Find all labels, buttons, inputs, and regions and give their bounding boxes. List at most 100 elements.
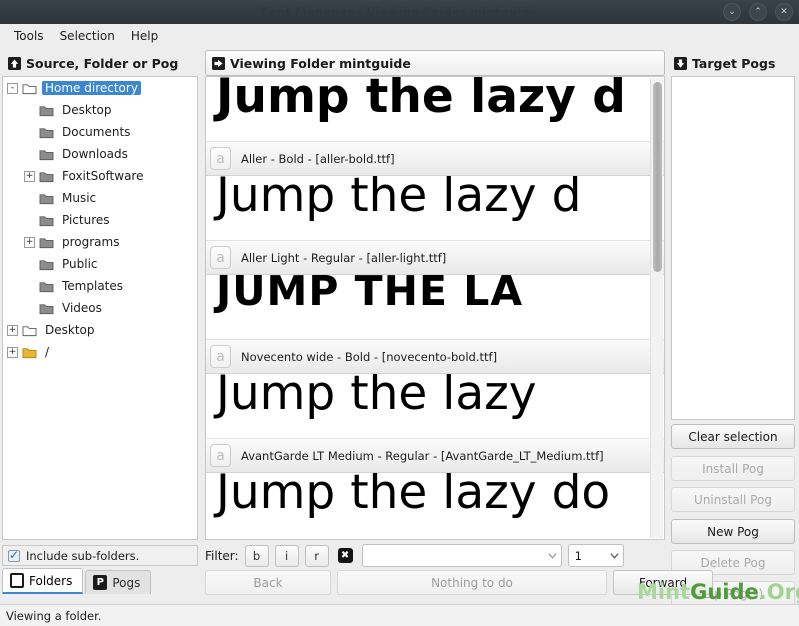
chevron-down-icon <box>547 553 557 559</box>
tab-folders[interactable]: Folders <box>2 568 84 594</box>
target-pogs-list[interactable] <box>671 76 795 420</box>
font-meta-bar: a Novecento wide - Bold - [novecento-bold… <box>206 339 664 373</box>
tree-expander-placeholder <box>24 105 35 116</box>
folder-tree[interactable]: - Home directory Desktop Documents Downloads… <box>2 76 198 540</box>
folder-icon <box>39 105 54 116</box>
status-bar: Viewing a folder. <box>0 604 799 626</box>
menu-selection[interactable]: Selection <box>52 27 123 45</box>
tree-expander-placeholder <box>24 281 35 292</box>
center-panel-title: Viewing Folder mintguide <box>230 55 411 71</box>
filter-count-combo[interactable]: 1 <box>567 544 624 567</box>
app-window: Font Manager - Viewing Folder mintguide … <box>0 0 799 626</box>
window-title: Font Manager - Viewing Folder mintguide <box>261 5 538 19</box>
include-subfolders-checkbox[interactable] <box>8 548 20 562</box>
tree-expander-placeholder <box>24 149 35 160</box>
chevron-down-icon <box>609 553 619 559</box>
tree-item-label: Videos <box>62 301 102 315</box>
title-bar: Font Manager - Viewing Folder mintguide … <box>0 0 799 24</box>
window-controls: ⌄ ⌃ ✕ <box>723 3 793 21</box>
tree-item-programs[interactable]: + programs <box>3 231 197 253</box>
menu-tools[interactable]: Tools <box>6 27 52 45</box>
tree-expander-placeholder <box>24 215 35 226</box>
forward-button[interactable]: Forward <box>613 570 713 595</box>
font-list-item[interactable]: Jump the lazy a AvantGarde LT Medium - Reg… <box>206 374 664 473</box>
back-button[interactable]: Back <box>205 570 331 595</box>
font-list-item[interactable]: Jump the lazy do <box>206 473 664 539</box>
tree-item-pictures[interactable]: Pictures <box>3 209 197 231</box>
tree-item-home-directory[interactable]: - Home directory <box>3 77 197 99</box>
font-badge-icon: a <box>210 345 231 368</box>
arrow-right-icon <box>212 56 225 70</box>
scrollbar-thumb[interactable] <box>653 82 662 272</box>
minimize-button[interactable]: ⌄ <box>723 3 741 21</box>
folder-icon <box>39 259 54 270</box>
filter-clear-icon[interactable]: ✖ <box>337 548 353 563</box>
tree-item-public[interactable]: Public <box>3 253 197 275</box>
new-pog-button[interactable]: New Pog <box>671 519 795 544</box>
font-list-item[interactable]: Jump the lazy d a Aller - Bold - [aller-bo… <box>206 77 664 176</box>
font-list-item[interactable]: Jump the lazy d a Aller Light - Regular - … <box>206 176 664 275</box>
tab-pogs-label: Pogs <box>112 575 141 590</box>
tree-item-label: Public <box>62 257 98 271</box>
font-sample-text: JUMP THE LA <box>216 275 524 315</box>
filter-italic-button[interactable]: i <box>274 544 299 567</box>
tree-expander-placeholder <box>24 303 35 314</box>
filter-bold-button[interactable]: b <box>244 544 269 567</box>
font-meta-bar: a Aller Light - Regular - [aller-light.tt… <box>206 240 664 274</box>
tree-item-templates[interactable]: Templates <box>3 275 197 297</box>
maximize-button[interactable]: ⌃ <box>749 3 767 21</box>
tree-item-desktop[interactable]: + Desktop <box>3 319 197 341</box>
tree-item-label: / <box>45 345 50 359</box>
tree-item-label: Pictures <box>62 213 110 227</box>
source-panel-header: Source, Folder or Pog <box>2 50 198 76</box>
font-list-scrollbar[interactable] <box>650 78 663 538</box>
tab-pogs[interactable]: P Pogs <box>85 570 152 594</box>
close-button[interactable]: ✕ <box>775 3 793 21</box>
font-badge-icon: a <box>210 246 231 269</box>
tab-folders-label: Folders <box>29 573 73 588</box>
folder-icon <box>22 325 37 336</box>
font-list-item[interactable]: JUMP THE LA a Novecento wide - Bold - [nov… <box>206 275 664 374</box>
filter-row: Filter: b i r ✖ 1 <box>205 544 624 567</box>
tree-item-documents[interactable]: Documents <box>3 121 197 143</box>
folder-icon <box>39 281 54 292</box>
font-meta-text: Aller - Bold - [aller-bold.ttf] <box>241 151 395 166</box>
pog-icon: P <box>93 575 108 590</box>
font-list-body: Jump the lazy d a Aller - Bold - [aller-bo… <box>206 77 664 539</box>
font-meta-text: Novecento wide - Bold - [novecento-bold.… <box>241 349 498 364</box>
install-pog-button[interactable]: Install Pog <box>671 456 795 481</box>
folder-icon <box>22 347 37 358</box>
font-sample-text: Jump the lazy d <box>216 176 582 223</box>
tree-expander[interactable]: + <box>7 346 18 358</box>
tree-item-desktop[interactable]: Desktop <box>3 99 197 121</box>
navigation-row: Back Nothing to do Forward <box>205 570 713 595</box>
tree-item-music[interactable]: Music <box>3 187 197 209</box>
tree-item-label: Templates <box>62 279 124 293</box>
filter-text-combo[interactable] <box>361 544 562 567</box>
menu-help[interactable]: Help <box>123 27 166 45</box>
font-sample-text: Jump the lazy do <box>216 473 611 520</box>
tree-item-videos[interactable]: Videos <box>3 297 197 319</box>
tree-expander[interactable]: + <box>7 324 18 336</box>
tree-item-foxitsoftware[interactable]: + FoxitSoftware <box>3 165 197 187</box>
tree-item-label: Downloads <box>62 147 128 161</box>
include-subfolders-label: Include sub-folders. <box>26 548 140 563</box>
include-subfolders-row[interactable]: Include sub-folders. <box>2 545 198 566</box>
tree-item-[interactable]: + / <box>3 341 197 363</box>
menu-bar: Tools Selection Help <box>0 24 799 48</box>
uninstall-pog-button[interactable]: Uninstall Pog <box>671 487 795 512</box>
filter-regular-button[interactable]: r <box>304 544 329 567</box>
tree-expander[interactable]: + <box>24 170 35 182</box>
filter-label: Filter: <box>205 548 239 563</box>
tree-item-downloads[interactable]: Downloads <box>3 143 197 165</box>
folder-icon <box>39 303 54 314</box>
filter-count-value: 1 <box>574 548 582 563</box>
task-status-button[interactable]: Nothing to do <box>337 570 607 595</box>
font-preview-list[interactable]: Jump the lazy d a Aller - Bold - [aller-bo… <box>205 76 665 540</box>
tree-item-label: FoxitSoftware <box>62 169 144 183</box>
clear-selection-button[interactable]: Clear selection <box>671 424 795 449</box>
tree-expander[interactable]: - <box>7 82 18 94</box>
tree-expander[interactable]: + <box>24 236 35 248</box>
tree-expander-placeholder <box>24 259 35 270</box>
source-panel-title: Source, Folder or Pog <box>26 55 179 71</box>
